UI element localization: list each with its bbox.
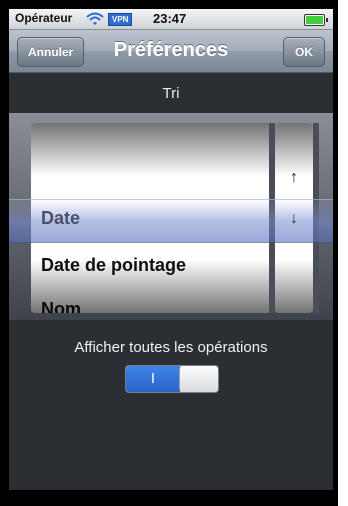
picker-option-date-selected[interactable]: Date — [41, 208, 80, 229]
toggle-on-indicator: I — [126, 366, 180, 392]
vpn-badge: VPN — [108, 13, 133, 26]
show-all-label: Afficher toutes les opérations — [74, 339, 268, 356]
wifi-icon — [86, 12, 104, 25]
sort-ascending-option[interactable]: ↑ — [275, 169, 313, 187]
battery-level — [306, 16, 323, 24]
sort-section-title: Tri — [162, 85, 180, 102]
screen: Opérateur VPN 23:47 Annuler Préférences … — [9, 9, 333, 490]
picker-option-date-de-pointage[interactable]: Date de pointage — [41, 255, 186, 276]
ok-button[interactable]: OK — [283, 37, 325, 67]
toggle-knob[interactable] — [179, 366, 218, 392]
device-frame: Opérateur VPN 23:47 Annuler Préférences … — [0, 0, 338, 506]
picker-option-nom[interactable]: Nom — [41, 299, 81, 313]
status-bar: Opérateur VPN 23:47 — [9, 9, 333, 30]
clock: 23:47 — [153, 11, 187, 26]
battery-icon — [304, 14, 328, 26]
carrier-label: Opérateur — [15, 11, 73, 25]
show-all-toggle[interactable]: I — [125, 365, 219, 393]
sort-descending-option[interactable]: ↓ — [275, 210, 313, 228]
navigation-bar: Annuler Préférences OK — [9, 30, 333, 73]
